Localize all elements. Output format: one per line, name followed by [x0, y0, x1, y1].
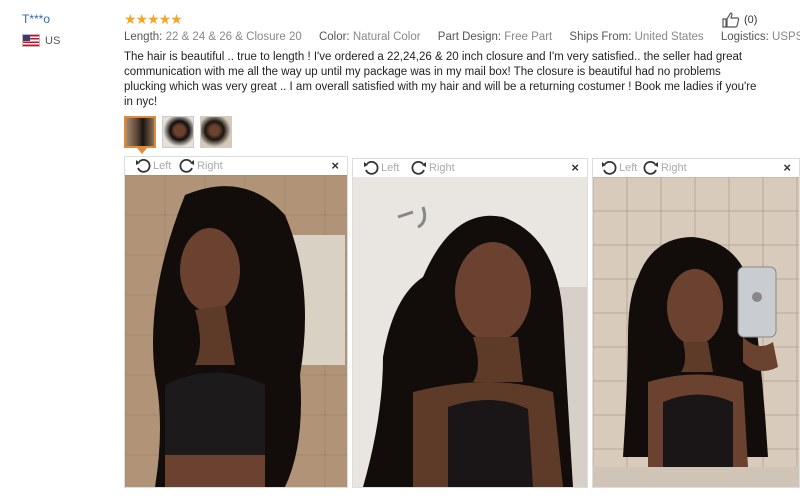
- reviewer-info: T***o US: [22, 12, 60, 47]
- thumbnail-strip: [124, 116, 238, 148]
- logistics-label: Logistics:: [720, 31, 769, 43]
- rotate-left-button[interactable]: Left: [135, 158, 171, 174]
- helpful-count: (0): [744, 14, 758, 26]
- thumbnail-2[interactable]: [162, 116, 194, 148]
- order-details: Length: 22 & 24 & 26 & Closure 20 Color:…: [124, 31, 800, 43]
- close-viewer-button[interactable]: ×: [571, 160, 579, 175]
- part-design-label: Part Design:: [437, 31, 502, 43]
- viewer-toolbar: Left Right ×: [353, 159, 587, 177]
- rotate-left-icon: [136, 158, 151, 173]
- country-code: US: [45, 34, 61, 47]
- helpful-button[interactable]: (0): [722, 12, 757, 28]
- active-thumbnail-pointer: [137, 148, 147, 154]
- review-photo-3: [593, 177, 799, 487]
- logistics-value: USPS: [772, 31, 800, 43]
- rotate-right-icon: [643, 160, 658, 175]
- color-value: Natural Color: [352, 31, 421, 43]
- review-photo-2: [353, 177, 587, 487]
- rotate-right-icon: [411, 160, 426, 175]
- thumbs-up-icon: [722, 12, 740, 28]
- rotate-right-button[interactable]: Right: [411, 160, 455, 176]
- rotate-right-label: Right: [661, 162, 687, 174]
- rotate-left-button[interactable]: Left: [363, 160, 399, 176]
- ships-from-label: Ships From:: [569, 31, 632, 43]
- viewer-toolbar: Left Right ×: [593, 159, 799, 177]
- rotate-left-icon: [602, 160, 617, 175]
- star-rating: ★★★★★: [124, 11, 183, 27]
- rotate-left-label: Left: [619, 162, 638, 174]
- us-flag-icon: [22, 34, 40, 47]
- close-viewer-button[interactable]: ×: [783, 160, 791, 175]
- thumbnail-3[interactable]: [200, 116, 232, 148]
- color-label: Color:: [318, 31, 350, 43]
- reviewer-name: T***o: [22, 12, 51, 26]
- review-photo-1: [125, 175, 347, 487]
- viewer-toolbar: Left Right ×: [125, 157, 347, 175]
- rotate-left-icon: [364, 160, 379, 175]
- rotate-right-label: Right: [429, 162, 455, 174]
- rotate-right-button[interactable]: Right: [179, 158, 223, 174]
- rotate-left-label: Left: [153, 160, 172, 172]
- review-text: The hair is beautiful .. true to length …: [124, 51, 757, 108]
- ships-from-value: United States: [634, 31, 704, 43]
- close-viewer-button[interactable]: ×: [331, 158, 339, 173]
- reviewer-country: US: [22, 34, 60, 47]
- rotate-left-button[interactable]: Left: [601, 160, 637, 176]
- rotate-right-icon: [179, 158, 194, 173]
- rotate-left-label: Left: [381, 162, 400, 174]
- rotate-right-label: Right: [197, 160, 223, 172]
- rotate-right-button[interactable]: Right: [643, 160, 687, 176]
- length-value: 22 & 24 & 26 & Closure 20: [165, 31, 302, 43]
- part-design-value: Free Part: [504, 31, 553, 43]
- image-viewer-2: Left Right ×: [352, 158, 588, 488]
- length-label: Length:: [124, 31, 163, 43]
- image-viewer-1: Left Right ×: [124, 156, 348, 488]
- image-viewer-3: Left Right ×: [592, 158, 800, 488]
- thumbnail-1[interactable]: [124, 116, 156, 148]
